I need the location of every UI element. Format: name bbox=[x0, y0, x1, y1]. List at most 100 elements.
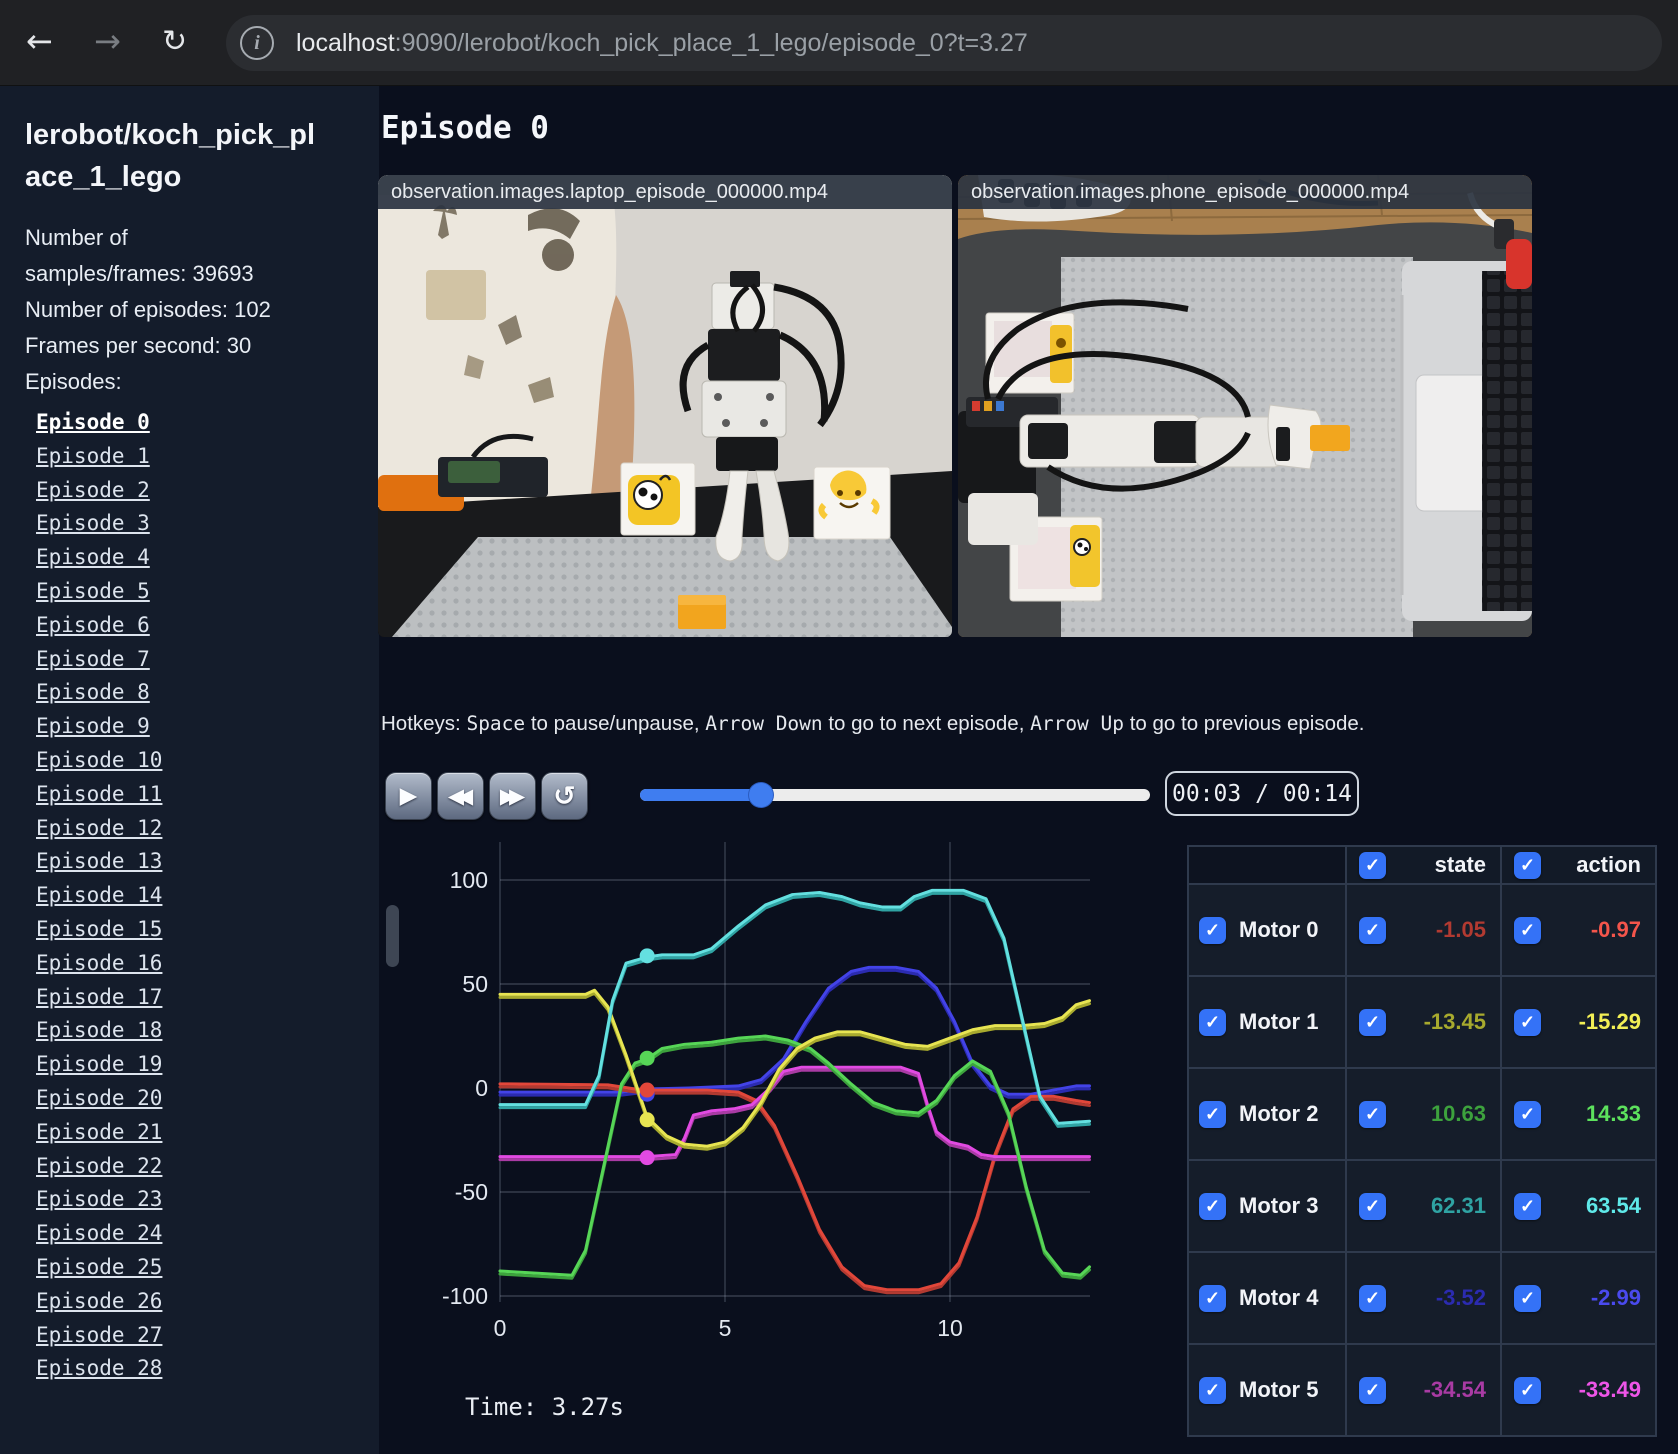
video-title: observation.images.phone_episode_000000.… bbox=[958, 175, 1532, 209]
checkbox[interactable]: ✓ bbox=[1514, 1192, 1541, 1220]
back-icon[interactable]: ← bbox=[26, 22, 53, 60]
checkbox[interactable]: ✓ bbox=[1199, 1284, 1226, 1312]
episode-link-23[interactable]: Episode 23 bbox=[36, 1183, 379, 1217]
site-info-icon[interactable]: i bbox=[240, 26, 274, 60]
checkbox[interactable]: ✓ bbox=[1359, 916, 1386, 944]
checkbox[interactable]: ✓ bbox=[1514, 1284, 1541, 1312]
panda-box bbox=[620, 462, 696, 536]
header-state: ✓ state bbox=[1346, 846, 1501, 884]
lego-brick bbox=[1310, 425, 1350, 451]
dataset-info-line: Episodes: bbox=[25, 369, 122, 395]
hugging-face-box bbox=[813, 466, 891, 540]
episode-link-25[interactable]: Episode 25 bbox=[36, 1251, 379, 1285]
checkbox[interactable]: ✓ bbox=[1514, 851, 1541, 879]
checkbox[interactable]: ✓ bbox=[1359, 1284, 1386, 1312]
episode-link-11[interactable]: Episode 11 bbox=[36, 778, 379, 812]
marker-motor0 bbox=[639, 1082, 655, 1098]
checkbox[interactable]: ✓ bbox=[1514, 916, 1541, 944]
x-tick-label: 10 bbox=[937, 1315, 963, 1341]
url-bar[interactable]: i localhost:9090/lerobot/koch_pick_place… bbox=[226, 15, 1662, 71]
episode-link-4[interactable]: Episode 4 bbox=[36, 541, 379, 575]
episode-link-13[interactable]: Episode 13 bbox=[36, 845, 379, 879]
state-value: -3.52 bbox=[1435, 1285, 1486, 1310]
checkbox[interactable]: ✓ bbox=[1199, 916, 1226, 944]
episode-link-12[interactable]: Episode 12 bbox=[36, 812, 379, 846]
checkbox[interactable]: ✓ bbox=[1359, 1192, 1386, 1220]
video-laptop-camera[interactable]: observation.images.laptop_episode_000000… bbox=[378, 175, 952, 637]
laptop-camera-frame bbox=[378, 175, 952, 637]
header-action: ✓ action bbox=[1501, 846, 1656, 884]
dataset-info: Number of samples/frames: 39693 Number of … bbox=[25, 220, 379, 400]
checkbox[interactable]: ✓ bbox=[1359, 1100, 1386, 1128]
episode-link-2[interactable]: Episode 2 bbox=[36, 474, 379, 508]
episode-link-6[interactable]: Episode 6 bbox=[36, 609, 379, 643]
episode-link-16[interactable]: Episode 16 bbox=[36, 947, 379, 981]
episode-link-10[interactable]: Episode 10 bbox=[36, 744, 379, 778]
checkbox[interactable]: ✓ bbox=[1359, 851, 1386, 879]
motor-row-label-2: ✓ Motor 2 bbox=[1188, 1068, 1346, 1160]
series-action-motor4 bbox=[498, 965, 1091, 1096]
lego-brick bbox=[678, 595, 726, 629]
forward-icon[interactable]: → bbox=[94, 22, 121, 60]
episode-link-20[interactable]: Episode 20 bbox=[36, 1082, 379, 1116]
motor-5-state-cell: ✓ -34.54 bbox=[1346, 1344, 1501, 1436]
episode-link-19[interactable]: Episode 19 bbox=[36, 1048, 379, 1082]
hotkeys-text: Hotkeys: Space to pause/unpause, Arrow D… bbox=[381, 712, 1365, 735]
motor-2-action-cell: ✓ 14.33 bbox=[1501, 1068, 1656, 1160]
episode-link-21[interactable]: Episode 21 bbox=[36, 1116, 379, 1150]
video-phone-camera[interactable]: observation.images.phone_episode_000000.… bbox=[958, 175, 1532, 637]
video-title: observation.images.laptop_episode_000000… bbox=[378, 175, 952, 209]
motor-chart[interactable]: -100 -50 0 50 100 0 5 10 bbox=[400, 800, 1100, 1400]
episode-link-18[interactable]: Episode 18 bbox=[36, 1014, 379, 1048]
series-state-motor4 bbox=[498, 968, 1091, 1099]
series-state-motor0 bbox=[498, 1085, 1091, 1295]
checkbox[interactable]: ✓ bbox=[1359, 1376, 1386, 1404]
episode-link-0[interactable]: Episode 0 bbox=[36, 406, 379, 440]
episode-link-26[interactable]: Episode 26 bbox=[36, 1285, 379, 1319]
episode-link-14[interactable]: Episode 14 bbox=[36, 879, 379, 913]
checkbox[interactable]: ✓ bbox=[1199, 1192, 1226, 1220]
episode-link-28[interactable]: Episode 28 bbox=[36, 1352, 379, 1386]
state-value: 10.63 bbox=[1430, 1101, 1486, 1126]
motor-4-action-cell: ✓ -2.99 bbox=[1501, 1252, 1656, 1344]
episode-link-9[interactable]: Episode 9 bbox=[36, 710, 379, 744]
motor-name: Motor 2 bbox=[1239, 1101, 1319, 1126]
reload-icon[interactable]: ↻ bbox=[162, 24, 187, 59]
episode-link-5[interactable]: Episode 5 bbox=[36, 575, 379, 609]
sidebar: lerobot/koch_pick_place_1_lego Number of… bbox=[0, 86, 379, 1454]
action-value: -0.97 bbox=[1590, 917, 1641, 942]
browser-toolbar: ← → ↻ i localhost:9090/lerobot/koch_pick… bbox=[0, 0, 1678, 86]
dataset-title: lerobot/koch_pick_place_1_lego bbox=[25, 119, 316, 194]
action-value: -2.99 bbox=[1590, 1285, 1641, 1310]
episode-link-7[interactable]: Episode 7 bbox=[36, 643, 379, 677]
episode-link-17[interactable]: Episode 17 bbox=[36, 981, 379, 1015]
url-text[interactable]: localhost:9090/lerobot/koch_pick_place_1… bbox=[296, 29, 1028, 58]
y-tick-label: 50 bbox=[462, 971, 488, 997]
checkbox[interactable]: ✓ bbox=[1199, 1376, 1226, 1404]
motor-4-state-cell: ✓ -3.52 bbox=[1346, 1252, 1501, 1344]
motor-name: Motor 4 bbox=[1239, 1285, 1319, 1310]
x-tick-label: 5 bbox=[719, 1315, 732, 1341]
y-tick-label: -50 bbox=[455, 1179, 488, 1205]
checkbox[interactable]: ✓ bbox=[1514, 1100, 1541, 1128]
episode-link-27[interactable]: Episode 27 bbox=[36, 1319, 379, 1353]
dataset-info-line: samples/frames: 39693 bbox=[25, 261, 254, 287]
checkbox[interactable]: ✓ bbox=[1514, 1008, 1541, 1036]
series-action-motor0 bbox=[498, 1082, 1091, 1292]
episode-link-8[interactable]: Episode 8 bbox=[36, 676, 379, 710]
episode-link-3[interactable]: Episode 3 bbox=[36, 507, 379, 541]
motor-3-action-cell: ✓ 63.54 bbox=[1501, 1160, 1656, 1252]
checkbox[interactable]: ✓ bbox=[1199, 1100, 1226, 1128]
checkbox[interactable]: ✓ bbox=[1514, 1376, 1541, 1404]
chart-time-label: Time: 3.27s bbox=[465, 1393, 624, 1421]
motor-row-label-4: ✓ Motor 4 bbox=[1188, 1252, 1346, 1344]
episode-link-22[interactable]: Episode 22 bbox=[36, 1150, 379, 1184]
episode-link-1[interactable]: Episode 1 bbox=[36, 440, 379, 474]
checkbox[interactable]: ✓ bbox=[1199, 1008, 1226, 1036]
checkbox[interactable]: ✓ bbox=[1359, 1008, 1386, 1036]
marker-motor2 bbox=[639, 1050, 655, 1066]
laptop bbox=[1400, 261, 1532, 621]
episode-link-24[interactable]: Episode 24 bbox=[36, 1217, 379, 1251]
episode-link-15[interactable]: Episode 15 bbox=[36, 913, 379, 947]
scrollbar-thumb[interactable] bbox=[386, 905, 399, 967]
